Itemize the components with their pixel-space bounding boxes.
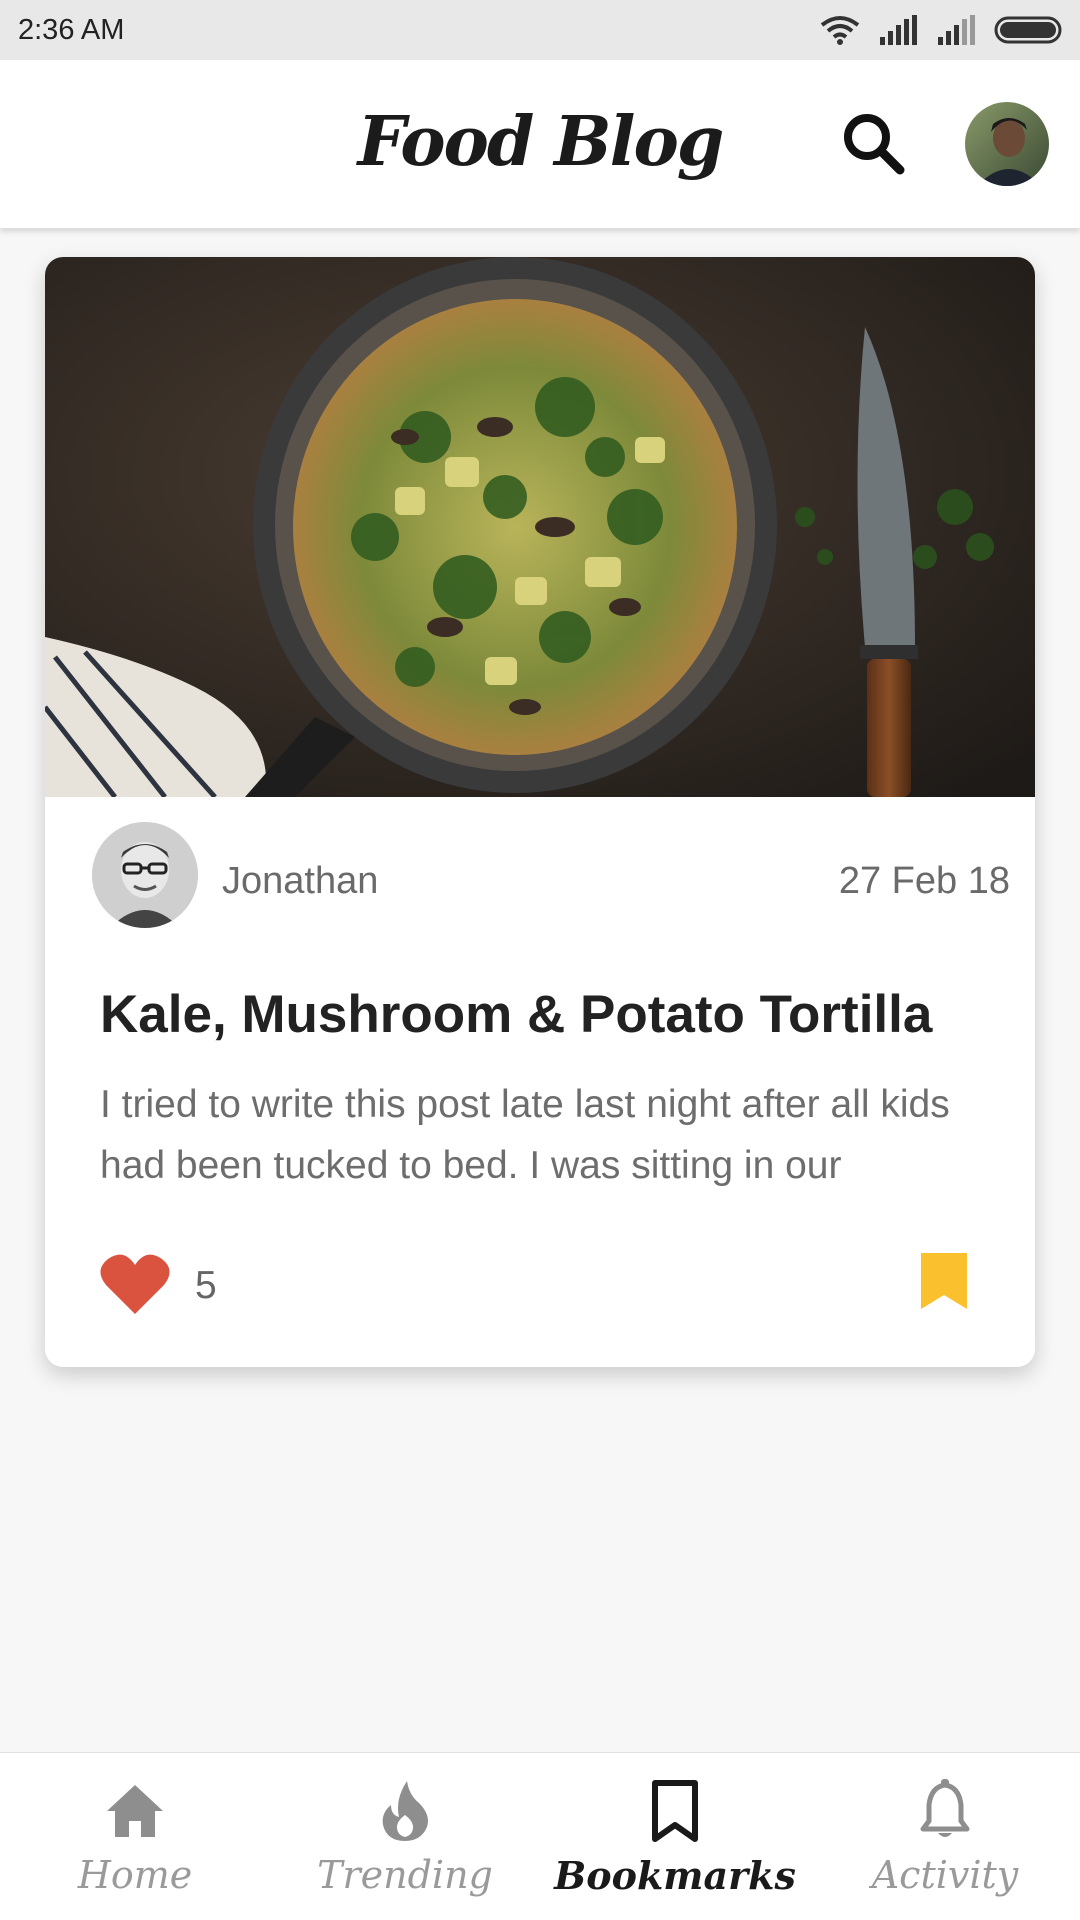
bookmark-filled-icon[interactable] [921,1253,967,1309]
nav-activity[interactable]: Activity [810,1753,1080,1920]
search-icon[interactable] [838,108,908,178]
bookmark-icon [652,1780,698,1842]
battery-icon [994,16,1062,44]
user-avatar[interactable] [965,102,1049,186]
bottom-nav: Home Trending Bookmarks Activity [0,1752,1080,1920]
signal-icon [880,15,917,45]
home-icon [107,1785,163,1837]
status-bar: 2:36 AM [0,0,1080,60]
status-time: 2:36 AM [18,14,125,46]
nav-bookmarks-label: Bookmarks [554,1853,796,1898]
nav-home[interactable]: Home [0,1753,270,1920]
nav-trending-label: Trending [317,1853,493,1897]
bell-icon [920,1779,970,1837]
app-bar: Food Blog [0,60,1080,228]
signal-icon-2 [938,15,975,45]
status-icons [820,12,1066,48]
flame-icon [382,1781,428,1841]
post-title[interactable]: Kale, Mushroom & Potato Tortilla [100,984,1000,1045]
post-date: 27 Feb 18 [838,860,1010,902]
nav-trending[interactable]: Trending [270,1753,540,1920]
app-title: Food Blog [357,102,725,182]
like-count: 5 [195,1264,217,1307]
heart-icon[interactable] [100,1252,170,1316]
post-card[interactable]: Jonathan 27 Feb 18 Kale, Mushroom & Pota… [45,257,1035,1367]
nav-home-label: Home [77,1853,193,1897]
post-excerpt[interactable]: I tried to write this post late last nig… [100,1074,1010,1196]
nav-activity-label: Activity [871,1853,1019,1897]
author-name[interactable]: Jonathan [222,860,378,903]
author-avatar[interactable] [92,822,198,928]
wifi-icon [820,16,860,45]
nav-bookmarks[interactable]: Bookmarks [540,1753,810,1920]
post-image[interactable] [45,257,1035,797]
